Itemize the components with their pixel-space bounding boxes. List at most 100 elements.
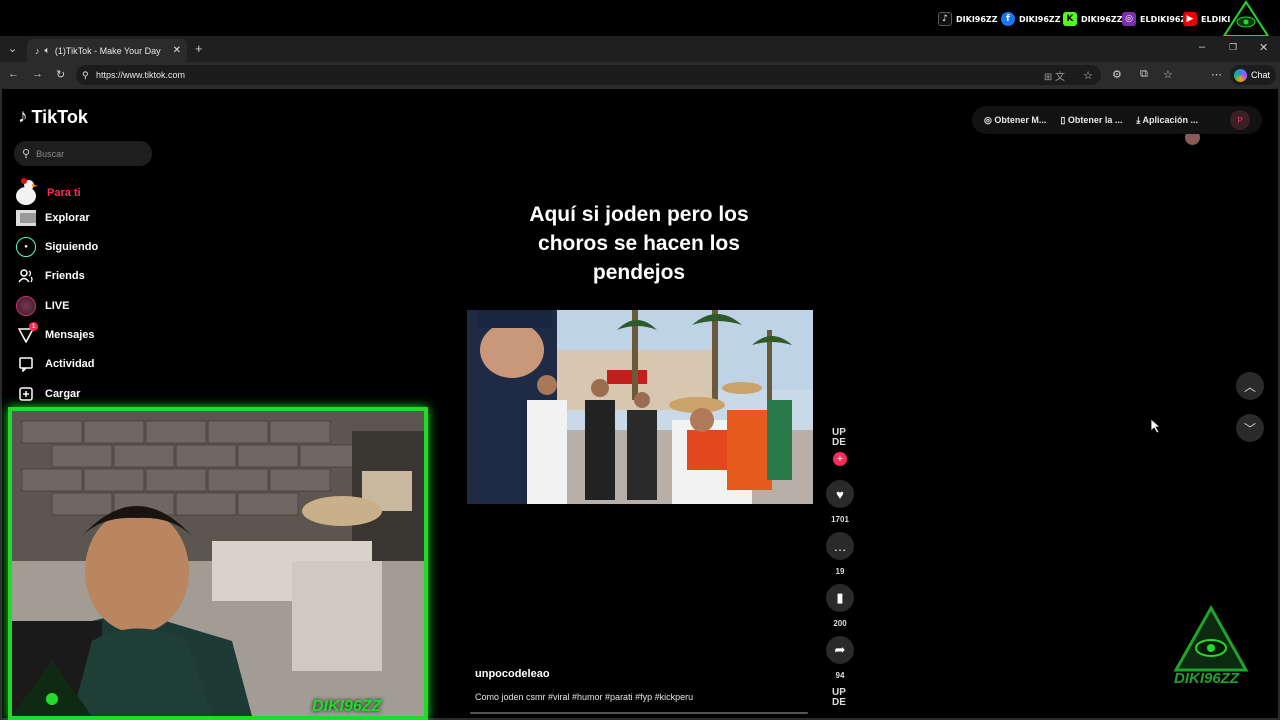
url-text: https://www.tiktok.com [96,70,186,80]
tiktok-note-icon: ♪ [18,106,28,127]
messages-icon: 1 [16,322,38,345]
nav-label: Actividad [45,358,95,370]
social-kick: K DIKI96ZZ [1063,12,1123,26]
nav-item-actividad[interactable]: Actividad [16,354,95,374]
get-coins-button[interactable]: ◎ Obtener M... [984,115,1046,126]
live-icon [16,296,36,316]
logo-text: TikTok [31,106,88,127]
browser-tab[interactable]: ♪ 🔈︎ (1)TikTok - Make Your Day ✕ [27,39,187,62]
youtube-icon: ▶ [1183,12,1197,26]
social-tiktok: ♪ DIKI96ZZ [938,12,998,26]
search-input[interactable]: ⚲ Buscar [14,141,152,166]
nav-item-para-ti[interactable]: Para ti [16,178,81,208]
comment-button[interactable]: … [826,532,854,560]
like-button[interactable]: ♥ [826,480,854,508]
comment-icon: … [833,538,847,554]
nav-label: Siguiendo [45,241,99,253]
home-icon [12,178,42,208]
close-window-icon[interactable]: ✕ [1259,41,1268,54]
restore-icon[interactable]: ❐ [1229,42,1237,53]
user-avatar[interactable]: P [1230,110,1250,130]
download-icon: ⤓ [1136,114,1141,125]
close-tab-icon[interactable]: ✕ [173,45,181,56]
site-info-icon[interactable]: ⚲ [82,70,89,81]
browser-address-bar: ← → ↻ ⚲ https://www.tiktok.com ⊞ 文 ☆ ⚙ ⧉… [0,62,1280,145]
video-description: Como joden csmr #viral #humor #parati #f… [475,692,694,702]
share-icon: ➦ [834,642,846,657]
reload-icon[interactable]: ↻ [56,68,65,81]
like-count: 1701 [831,515,849,524]
chevron-down-icon: ﹀ [1243,421,1256,436]
share-button[interactable]: ➦ [826,636,854,664]
nav-item-mensajes[interactable]: 1 Mensajes [16,322,95,345]
nav-label: Explorar [45,212,90,224]
kick-icon: K [1063,12,1077,26]
previous-video-button[interactable]: ︿ [1236,372,1264,400]
nav-item-siguiendo[interactable]: ● Siguiendo [16,237,98,257]
social-handle: DIKI96ZZ [1081,14,1123,24]
social-handle: DIKI96ZZ [1019,14,1061,24]
mouse-cursor-icon [1150,418,1162,434]
share-count: 94 [835,671,845,680]
coin-icon: ◎ [984,114,992,125]
forward-icon[interactable]: → [32,68,43,80]
tab-title: (1)TikTok - Make Your Day [54,45,161,56]
eye-logo-icon [1222,0,1270,36]
heart-icon: ♥ [836,486,844,502]
tiktok-favicon-icon: ♪ [35,45,40,56]
get-app-button[interactable]: ▯ Obtener la ... [1060,115,1122,126]
nav-label: Mensajes [45,329,95,341]
favorites-icon[interactable]: ☆ [1163,68,1173,81]
nav-item-explorar[interactable]: Explorar [16,208,90,228]
browser-tab-bar: ⌄ ♪ 🔈︎ (1)TikTok - Make Your Day ✕ + – ❐… [0,36,1280,62]
tiktok-logo[interactable]: ♪ TikTok [18,106,88,128]
sound-avatar[interactable]: UP DE [828,688,850,714]
favorite-star-icon[interactable]: ☆ [1083,69,1093,82]
video-progress-bar[interactable] [470,712,808,714]
nav-item-cargar[interactable]: Cargar [16,384,80,404]
stream-overlay-bar: ♪ DIKI96ZZ f DIKI96ZZ K DIKI96ZZ ◎ ELDIK… [0,0,1280,36]
friends-icon [16,266,36,286]
video-overlay-caption: Aquí si joden pero los choros se hacen l… [529,203,749,284]
follow-plus-button[interactable]: + [833,452,847,466]
action-label: Obtener la ... [1067,114,1123,125]
split-screen-icon[interactable]: ⧉ [1140,68,1148,81]
speaker-icon[interactable]: 🔈︎ [45,45,50,56]
video-author[interactable]: unpocodeleao [475,668,550,680]
video-player[interactable] [467,310,813,504]
following-icon: ● [16,237,36,257]
search-icon: ⚲ [22,148,31,160]
copilot-chat-button[interactable]: Chat [1230,65,1276,85]
extensions-icon[interactable]: ⚙ [1112,68,1122,81]
action-label: Aplicación ... [1142,114,1199,125]
back-icon[interactable]: ← [8,68,19,80]
webcam-name-tag: DIKI96ZZ [312,698,382,715]
search-placeholder: Buscar [36,148,65,159]
next-video-button[interactable]: ﹀ [1236,414,1264,442]
facebook-icon: f [1001,12,1015,26]
action-label: Obtener M... [994,114,1047,125]
new-tab-icon[interactable]: + [195,41,203,56]
nav-item-friends[interactable]: Friends [16,266,85,286]
unread-badge: 1 [29,322,38,331]
save-count: 200 [833,619,847,628]
chat-label: Chat [1251,70,1271,80]
compass-icon [16,208,36,228]
instagram-icon: ◎ [1122,12,1136,26]
more-options-icon[interactable]: ⋯ [1211,68,1222,81]
social-handle: DIKI96ZZ [956,14,998,24]
nav-label: Cargar [45,388,81,400]
minimize-icon[interactable]: – [1199,41,1205,53]
nav-item-live[interactable]: LIVE [16,296,69,316]
social-facebook: f DIKI96ZZ [1001,12,1061,26]
translate-icon[interactable]: ⊞ 文 [1044,68,1065,83]
author-avatar[interactable]: UP DE [828,428,850,454]
webcam-feed-image [12,411,424,716]
desktop-app-button[interactable]: ⤓ Aplicación ... [1136,115,1198,126]
video-frame-image [467,310,813,504]
save-button[interactable]: ▮ [826,584,854,612]
comment-count: 19 [835,567,845,576]
upload-icon [16,384,36,404]
url-field[interactable]: ⚲ https://www.tiktok.com ⊞ 文 ☆ [76,65,1101,85]
tab-list-icon[interactable]: ⌄ [8,42,17,55]
